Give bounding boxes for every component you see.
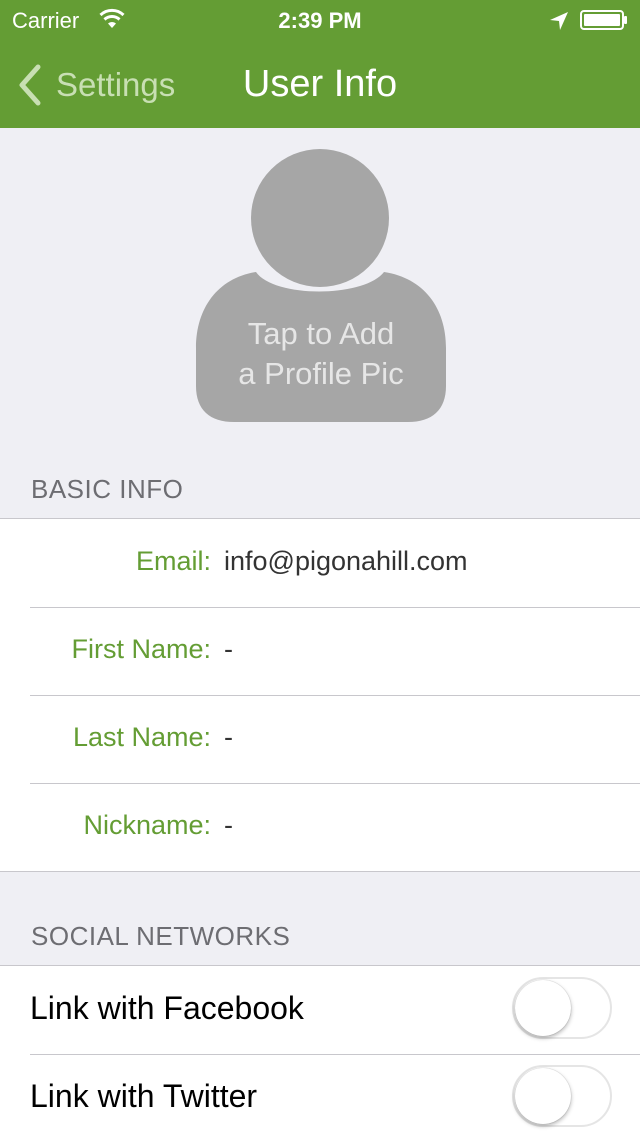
basic-info-header: BASIC INFO [31,474,184,504]
twitter-label: Link with Twitter [30,1078,258,1114]
nickname-label: Nickname: [83,810,211,840]
basic-info-group: Email: info@pigonahill.com First Name: -… [0,518,640,872]
facebook-toggle[interactable] [512,977,612,1039]
twitter-toggle-knob [515,1068,571,1124]
email-value: info@pigonahill.com [224,546,468,576]
social-networks-header: SOCIAL NETWORKS [31,921,291,951]
facebook-label: Link with Facebook [30,990,304,1026]
nickname-value: - [224,810,233,840]
status-time: 2:39 PM [278,8,362,33]
status-bar: Carrier 2:39 PM [0,0,640,40]
profile-pic-hint: Tap to Add a Profile Pic [238,316,404,391]
first-name-value: - [224,634,233,664]
navigation-bar: Carrier 2:39 PM Settings User Info [0,0,640,128]
battery-icon [580,10,627,30]
last-name-value: - [224,722,233,752]
facebook-row: Link with Facebook [0,966,640,1054]
twitter-row: Link with Twitter [0,1054,640,1142]
profile-pic-button[interactable]: Tap to Add a Profile Pic [194,148,448,424]
nickname-row[interactable]: Nickname: - [0,783,640,871]
facebook-toggle-knob [515,980,571,1036]
location-arrow-icon [550,12,568,30]
twitter-toggle[interactable] [512,1065,612,1127]
last-name-row[interactable]: Last Name: - [0,695,640,783]
last-name-label: Last Name: [72,722,211,752]
first-name-label: First Name: [71,634,211,664]
email-row[interactable]: Email: info@pigonahill.com [0,519,640,607]
first-name-row[interactable]: First Name: - [0,607,640,695]
page-title: User Info [242,63,398,105]
email-label: Email: [135,546,211,576]
social-networks-group: Link with Facebook Link with Twitter [0,965,640,1142]
